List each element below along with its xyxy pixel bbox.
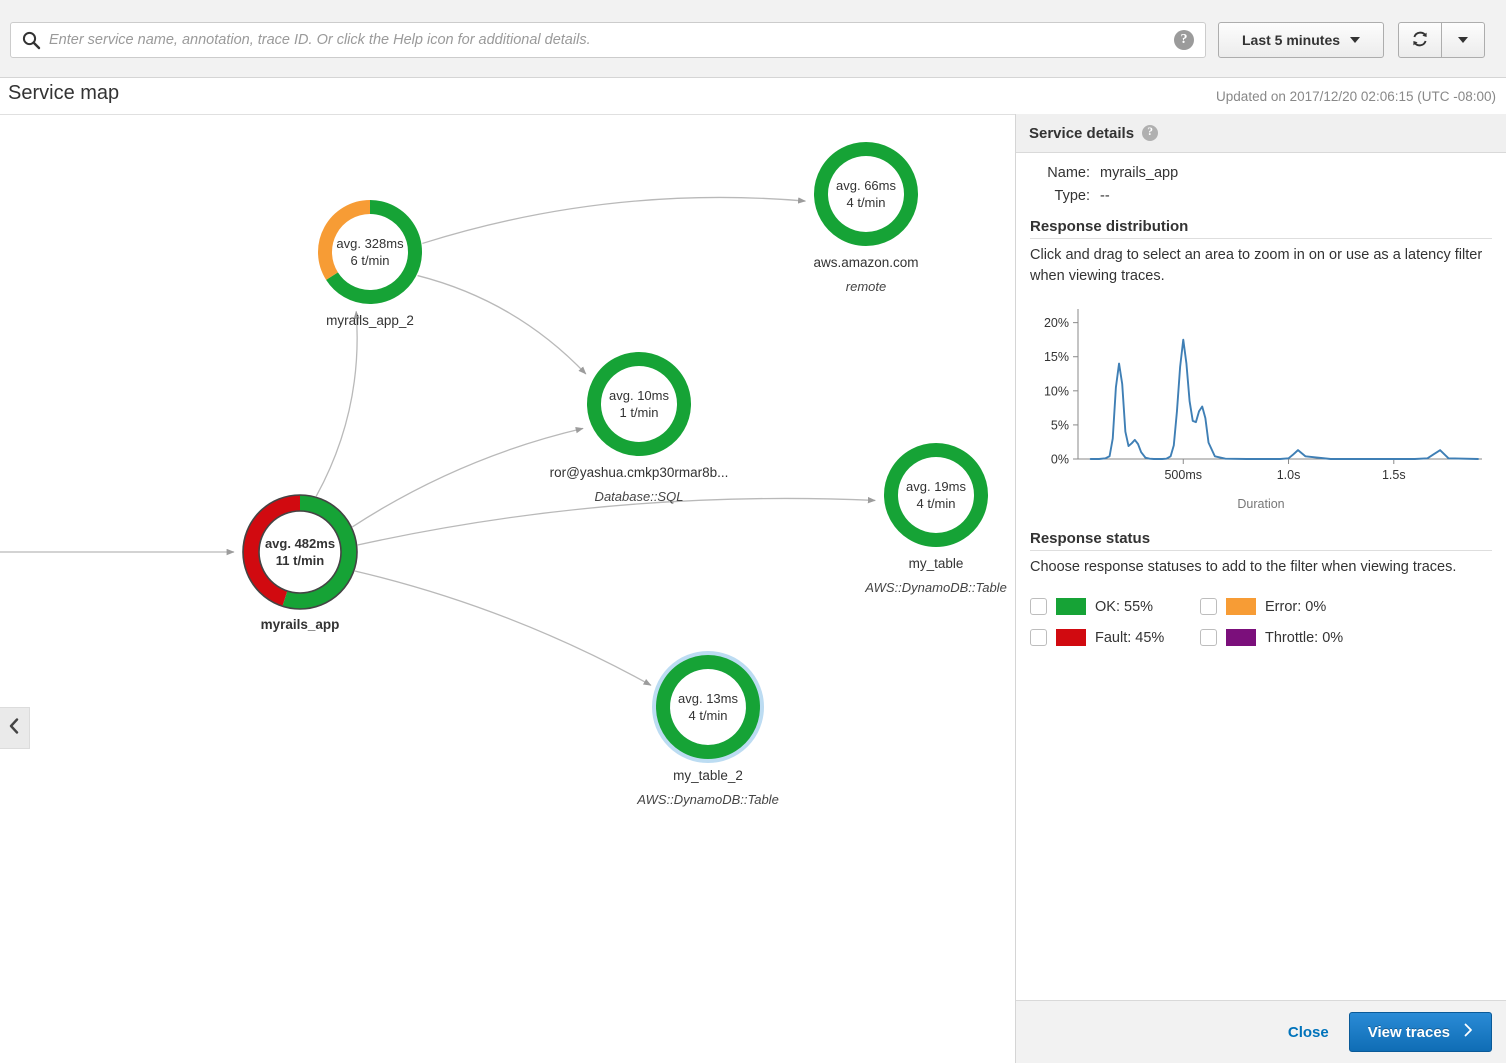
status-filter-error[interactable]: Error: 0% — [1200, 598, 1370, 615]
divider — [1030, 550, 1492, 551]
search-icon — [21, 30, 41, 50]
node-label-ror_sql: ror@yashua.cmkp30rmar8b... — [549, 465, 729, 480]
status-filter-throttle[interactable]: Throttle: 0% — [1200, 629, 1370, 646]
node-sublabel-aws.amazon.com: remote — [845, 279, 887, 294]
chart-y-tick-label: 20% — [1044, 316, 1069, 330]
map-node-my_table_2[interactable] — [656, 655, 760, 759]
map-edge — [315, 310, 360, 497]
chart-y-tick-label: 10% — [1044, 384, 1069, 398]
chart-x-tick-label: 1.0s — [1277, 468, 1301, 482]
service-name-key: Name: — [1047, 165, 1090, 181]
map-edge — [422, 196, 807, 245]
checkbox-throttle[interactable] — [1200, 629, 1217, 646]
response-distribution-title: Response distribution — [1030, 218, 1189, 235]
chart-y-tick-label: 15% — [1044, 350, 1069, 364]
time-range-button[interactable]: Last 5 minutes — [1218, 22, 1384, 58]
panel-header: Service details ? — [1016, 114, 1506, 153]
refresh-button[interactable] — [1398, 22, 1442, 58]
panel-title: Service details — [1029, 124, 1135, 142]
status-label-throttle: Throttle: 0% — [1265, 629, 1344, 646]
response-status-description: Choose response statuses to add to the f… — [1030, 559, 1457, 575]
help-icon[interactable]: ? — [1142, 125, 1159, 141]
response-status-title: Response status — [1030, 530, 1151, 547]
panel-footer: Close View traces — [1016, 1000, 1506, 1063]
service-name-value: myrails_app — [1100, 165, 1179, 181]
map-edge — [417, 274, 587, 375]
service-details-panel: Service details ? Name: myrails_app Type… — [1015, 114, 1506, 1063]
checkbox-error[interactable] — [1200, 598, 1217, 615]
help-glyph: ? — [1174, 30, 1194, 50]
updated-timestamp: Updated on 2017/12/20 02:06:15 (UTC -08:… — [1216, 89, 1496, 104]
chevron-right-icon — [1464, 1023, 1473, 1041]
map-node-ror_sql[interactable] — [587, 352, 691, 456]
checkbox-ok[interactable] — [1030, 598, 1047, 615]
chevron-left-icon — [9, 717, 20, 739]
latency-histogram[interactable]: 0% 5% 10% 15% 20% 500ms 1.0s 1.5s — [1030, 301, 1490, 501]
map-node-myrails_app_2[interactable] — [318, 200, 422, 304]
map-node-my_table[interactable] — [884, 443, 988, 547]
refresh-icon — [1411, 30, 1429, 51]
chevron-down-icon — [1350, 37, 1361, 43]
chart-y-tick-label: 5% — [1051, 418, 1069, 432]
chart-y-tick-label: 0% — [1051, 453, 1069, 467]
help-glyph: ? — [1142, 125, 1159, 141]
service-map-canvas[interactable]: avg. 328ms 6 t/min myrails_app_2 avg. 66ms 4… — [0, 114, 1015, 1063]
top-toolbar: ? Last 5 minutes — [0, 0, 1506, 78]
response-status-filters[interactable]: OK: 55% Error: 0% Fault: 45% Throttle: 0… — [1030, 598, 1492, 646]
chart-line-series — [1089, 338, 1479, 460]
status-label-error: Error: 0% — [1265, 598, 1327, 615]
swatch-fault — [1056, 629, 1086, 646]
chart-x-axis-label: Duration — [1237, 497, 1285, 511]
chart-x-tick-label: 500ms — [1164, 468, 1202, 482]
map-edge — [354, 570, 652, 686]
service-name-row: Name: myrails_app — [1030, 165, 1492, 181]
node-label-my_table_2: my_table_2 — [673, 768, 743, 783]
panel-body: Name: myrails_app Type: -- Response dist… — [1016, 153, 1506, 1000]
node-sublabel-my_table_2: AWS::DynamoDB::Table — [637, 792, 779, 807]
view-traces-label: View traces — [1367, 1023, 1450, 1041]
chart-x-tick-label: 1.5s — [1382, 468, 1406, 482]
swatch-throttle — [1226, 629, 1256, 646]
node-label-myrails_app: myrails_app — [260, 617, 340, 632]
swatch-error — [1226, 598, 1256, 615]
service-type-value: -- — [1100, 188, 1110, 204]
node-sublabel-ror_sql: Database::SQL — [594, 489, 684, 504]
response-distribution-description: Click and drag to select an area to zoom… — [1030, 247, 1483, 284]
search-input[interactable] — [41, 24, 1171, 56]
divider — [1030, 238, 1492, 239]
help-icon[interactable]: ? — [1171, 27, 1197, 53]
view-traces-button[interactable]: View traces — [1348, 1012, 1492, 1052]
close-button[interactable]: Close — [1288, 1024, 1329, 1041]
map-node-myrails_app[interactable] — [242, 494, 358, 610]
node-label-aws.amazon.com: aws.amazon.com — [813, 255, 919, 270]
node-label-myrails_app_2: myrails_app_2 — [326, 313, 414, 328]
response-distribution-chart[interactable]: 0% 5% 10% 15% 20% 500ms 1.0s 1.5s Duration — [1030, 301, 1492, 516]
map-nodes[interactable] — [242, 142, 988, 763]
status-label-ok: OK: 55% — [1095, 598, 1154, 615]
map-edge — [357, 496, 876, 546]
map-edges — [0, 196, 876, 686]
service-type-key: Type: — [1054, 188, 1090, 204]
service-type-row: Type: -- — [1030, 188, 1492, 204]
status-label-fault: Fault: 45% — [1095, 629, 1165, 646]
checkbox-fault[interactable] — [1030, 629, 1047, 646]
refresh-dropdown-button[interactable] — [1441, 22, 1485, 58]
status-filter-ok[interactable]: OK: 55% — [1030, 598, 1200, 615]
node-label-my_table: my_table — [908, 556, 964, 571]
collapse-panel-handle[interactable] — [0, 707, 30, 749]
time-range-label: Last 5 minutes — [1241, 32, 1341, 48]
map-node-aws.amazon.com[interactable] — [814, 142, 918, 246]
search-bar[interactable]: ? — [10, 22, 1206, 58]
page-header: Service map Updated on 2017/12/20 02:06:… — [0, 78, 1506, 114]
swatch-ok — [1056, 598, 1086, 615]
page-title: Service map — [8, 82, 120, 104]
chevron-down-icon — [1458, 37, 1468, 43]
node-sublabel-my_table: AWS::DynamoDB::Table — [865, 580, 1007, 595]
status-filter-fault[interactable]: Fault: 45% — [1030, 629, 1200, 646]
